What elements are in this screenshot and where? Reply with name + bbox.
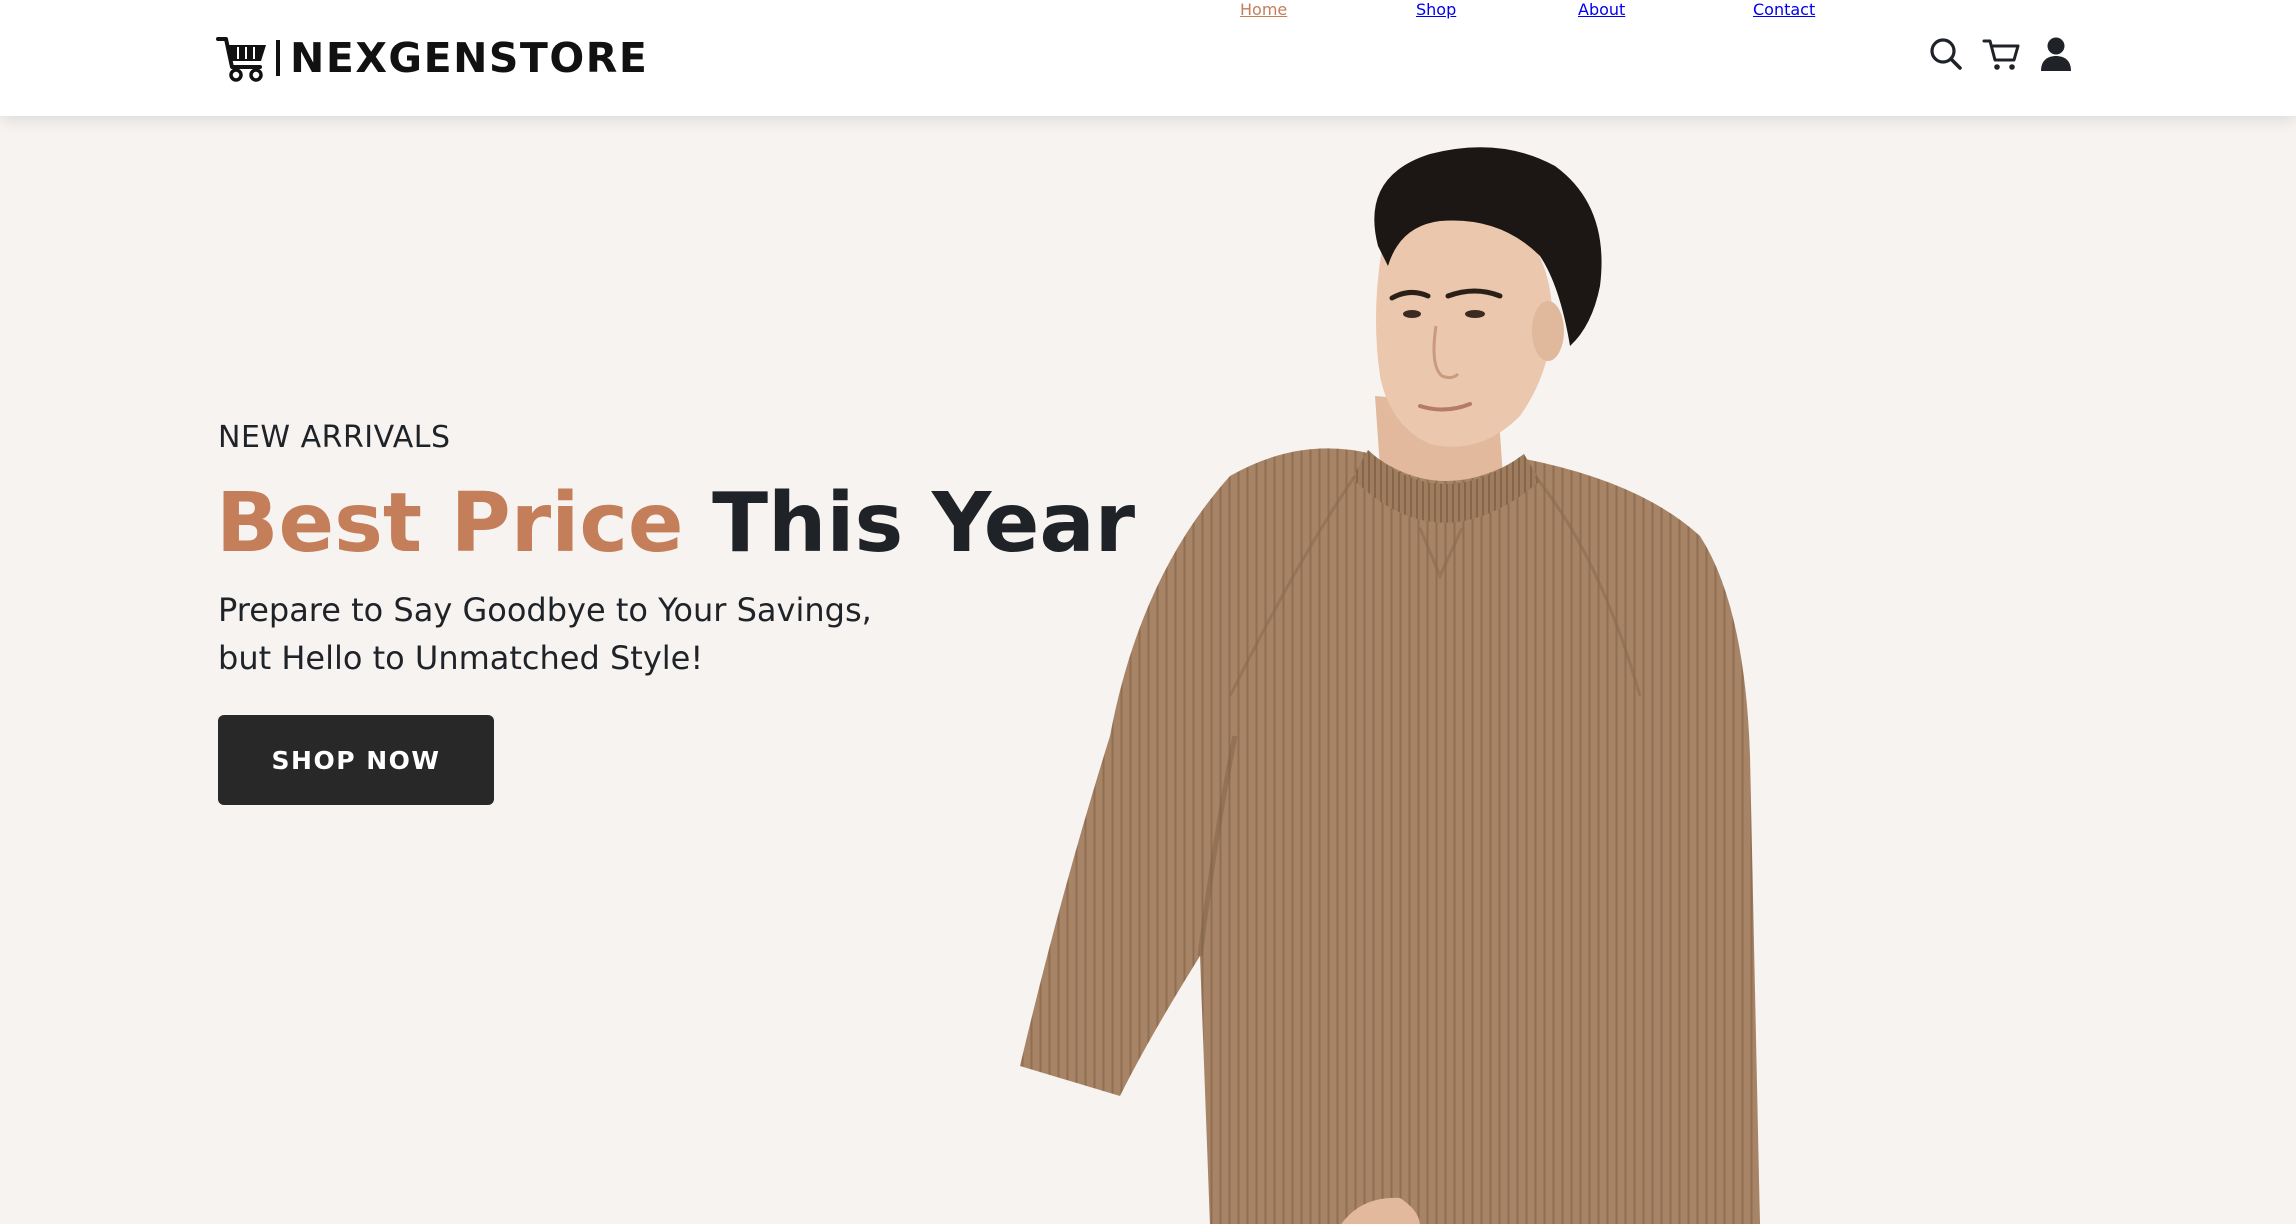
- nav-about-link[interactable]: About: [1578, 0, 1625, 19]
- hero-section: NEW ARRIVALS Best Price This Year Prepar…: [0, 116, 2296, 1224]
- hero-headline: Best Price This Year: [216, 474, 1135, 574]
- nav-home-link[interactable]: Home: [1240, 0, 1287, 19]
- nav-shop-link[interactable]: Shop: [1416, 0, 1456, 19]
- brand-logo[interactable]: NEXGENSTORE: [216, 30, 648, 86]
- hero-subline-line-1: Prepare to Say Goodbye to Your Savings,: [218, 591, 872, 629]
- nav-contact-link[interactable]: Contact: [1753, 0, 1815, 19]
- user-icon: [2041, 37, 2071, 71]
- account-button[interactable]: [2034, 32, 2078, 76]
- search-icon: [1930, 38, 1962, 70]
- search-button[interactable]: [1924, 32, 1968, 76]
- hero-model-image: [1020, 147, 1760, 1224]
- cart-button[interactable]: [1979, 32, 2023, 76]
- shopping-cart-icon: [216, 37, 266, 82]
- cart-icon: [1982, 39, 2020, 70]
- hero-eyebrow: NEW ARRIVALS: [218, 420, 451, 455]
- hero-subline: Prepare to Say Goodbye to Your Savings, …: [218, 586, 978, 682]
- shop-now-button[interactable]: SHOP NOW: [218, 715, 494, 805]
- hero-subline-line-2: but Hello to Unmatched Style!: [218, 639, 704, 677]
- site-header: NEXGENSTORE Home Shop About Contact: [0, 0, 2296, 116]
- headline-accent: Best Price: [216, 476, 684, 571]
- logo-divider: [276, 40, 280, 76]
- brand-name: NEXGENSTORE: [290, 33, 649, 82]
